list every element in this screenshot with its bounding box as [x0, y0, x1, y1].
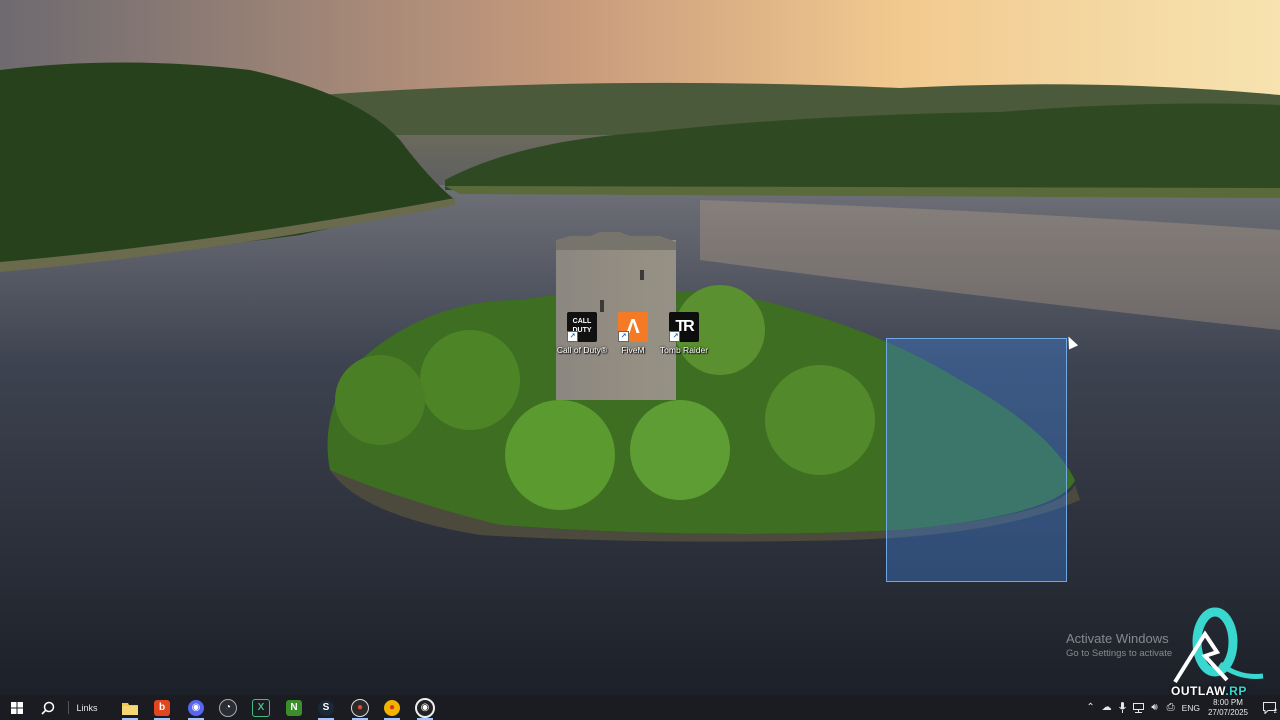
input-language[interactable]: ENG — [1182, 703, 1200, 713]
search-icon — [41, 701, 55, 715]
taskbar-app-xbox[interactable]: X — [247, 695, 275, 720]
show-hidden-icons-chevron-up-icon[interactable]: ⌃ — [1084, 695, 1098, 720]
network-icon[interactable] — [1132, 695, 1146, 720]
taskbar-app-brave[interactable]: b — [148, 695, 176, 720]
chrome-icon: ● — [384, 699, 400, 716]
taskbar-app-speedometer[interactable]: ◔ — [214, 695, 242, 720]
notification-count-badge: 2 — [1273, 709, 1277, 715]
taskbar-app-chrome[interactable]: ● — [378, 695, 406, 720]
printer-icon[interactable]: ⎙ — [1164, 695, 1178, 720]
start-button[interactable] — [4, 695, 30, 720]
activate-title: Activate Windows — [1066, 631, 1169, 646]
desktop-icon-label: Tomb Raider — [659, 345, 709, 355]
onedrive-cloud-icon[interactable]: ☁ — [1100, 695, 1114, 720]
search-button[interactable] — [36, 695, 60, 720]
desktop-icon-fivem[interactable]: Λ ↗ FiveM — [606, 312, 660, 355]
volume-icon[interactable]: 🔊︎ — [1148, 695, 1162, 720]
taskbar-app-game[interactable]: ● — [346, 695, 374, 720]
game-launcher-icon: ● — [351, 698, 369, 717]
activate-subtitle: Go to Settings to activate — [1066, 648, 1173, 659]
outlaw-logo-icon — [1173, 607, 1264, 684]
shortcut-arrow-icon: ↗ — [567, 331, 578, 342]
desktop-icon-tomb-raider[interactable]: TR ↗ Tomb Raider — [657, 312, 711, 355]
shortcut-arrow-icon: ↗ — [669, 331, 680, 342]
speedometer-icon: ◔ — [219, 698, 237, 717]
xbox-icon: X — [252, 698, 270, 717]
taskbar-app-discord[interactable]: ◉ — [182, 695, 210, 720]
system-tray: ⌃ ☁ 🔊︎ ⎙ ENG 8:00 PM 27/07/2025 2 — [1083, 695, 1280, 720]
folder-icon — [122, 702, 138, 715]
taskbar-app-nvidia[interactable]: N — [280, 695, 308, 720]
taskbar-app-steam[interactable]: S — [312, 695, 340, 720]
steam-icon: S — [318, 699, 334, 716]
links-toolbar[interactable]: Links — [70, 695, 104, 720]
microphone-icon[interactable] — [1116, 695, 1130, 720]
shortcut-arrow-icon: ↗ — [618, 331, 629, 342]
desktop-icon-label: FiveM — [621, 345, 645, 355]
desktop-icon-call-of-duty[interactable]: CALL DUTY ↗ Call of Duty® — [555, 312, 609, 355]
tomb-raider-icon: TR ↗ — [669, 312, 699, 342]
taskbar-separator — [68, 701, 69, 714]
call-of-duty-icon: CALL DUTY ↗ — [567, 312, 597, 342]
outlaw-rp-logo: OUTLAW.RP — [1165, 604, 1265, 700]
obs-icon: ◉ — [415, 697, 435, 718]
taskbar-app-file-explorer[interactable] — [116, 695, 144, 720]
windows-logo-icon — [11, 701, 23, 714]
taskbar-app-obs[interactable]: ◉ — [411, 695, 439, 720]
brave-lion-icon: b — [154, 699, 170, 716]
clock-time: 8:00 PM — [1213, 697, 1243, 707]
desktop-icon-label: Call of Duty® — [556, 345, 608, 355]
discord-icon: ◉ — [188, 699, 204, 716]
nvidia-icon: N — [286, 699, 302, 716]
notification-center-button[interactable]: 2 — [1258, 695, 1280, 720]
fivem-icon: Λ ↗ — [618, 312, 648, 342]
drag-selection-rectangle — [886, 338, 1067, 582]
clock-date: 27/07/2025 — [1207, 707, 1249, 717]
clock[interactable]: 8:00 PM 27/07/2025 — [1206, 698, 1250, 718]
activate-windows-watermark: Activate Windows Go to Settings to activ… — [1066, 631, 1172, 659]
taskbar: Links b ◉ ◔ X N S ● ● ◉ ⌃ ☁ 🔊︎ ⎙ ENG 8:0… — [0, 695, 1280, 720]
